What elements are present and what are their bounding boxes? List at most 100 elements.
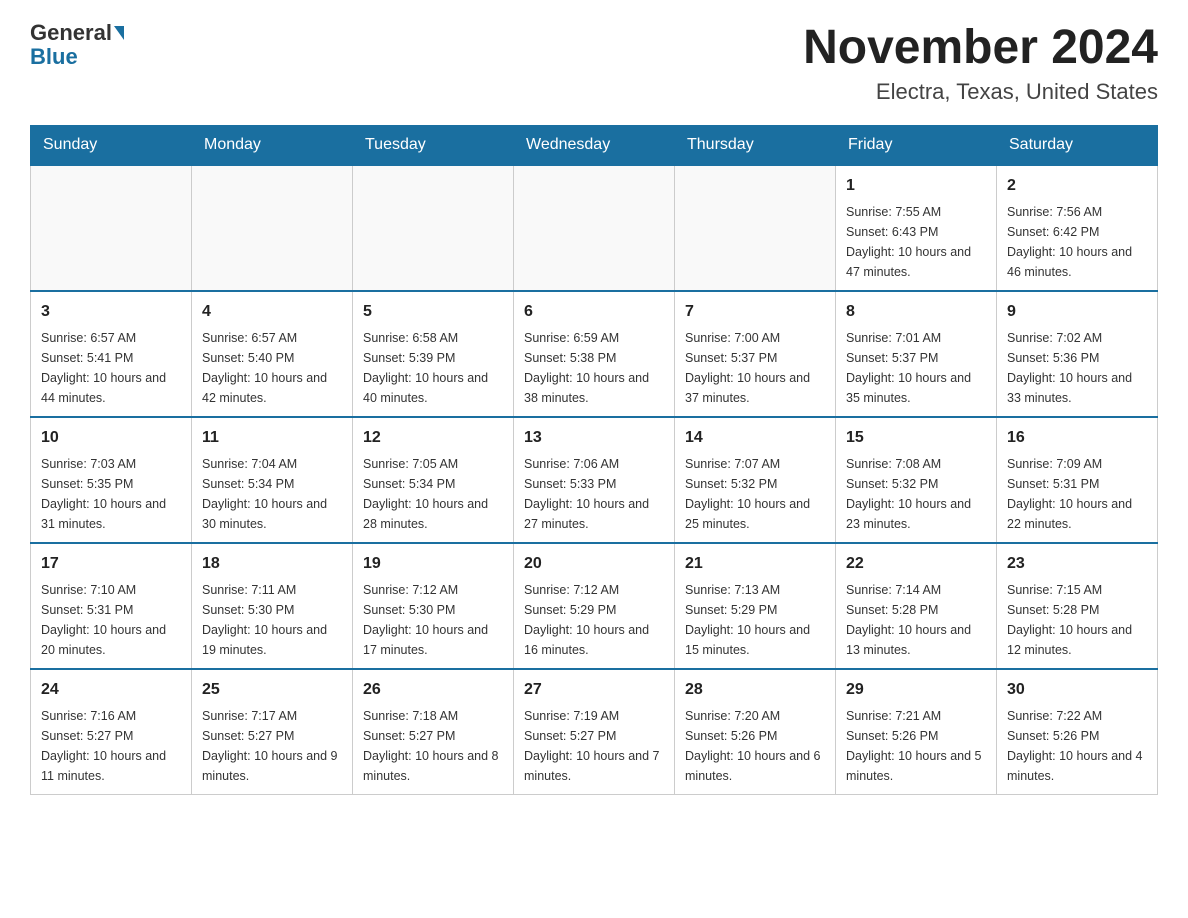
day-info: Sunrise: 6:57 AM Sunset: 5:40 PM Dayligh… <box>202 328 342 408</box>
day-number: 3 <box>41 300 181 324</box>
day-info: Sunrise: 7:21 AM Sunset: 5:26 PM Dayligh… <box>846 706 986 786</box>
calendar-cell-18: 18 Sunrise: 7:11 AM Sunset: 5:30 PM Dayli… <box>192 543 353 669</box>
calendar-cell-1: 1 Sunrise: 7:55 AM Sunset: 6:43 PM Daylig… <box>836 165 997 291</box>
day-number: 10 <box>41 426 181 450</box>
page-header: General Blue November 2024 Electra, Texa… <box>30 20 1158 105</box>
day-number: 24 <box>41 678 181 702</box>
calendar-cell-empty-0-0 <box>31 165 192 291</box>
day-info: Sunrise: 7:07 AM Sunset: 5:32 PM Dayligh… <box>685 454 825 534</box>
calendar-header-sunday: Sunday <box>31 126 192 166</box>
day-number: 11 <box>202 426 342 450</box>
calendar-cell-20: 20 Sunrise: 7:12 AM Sunset: 5:29 PM Dayli… <box>514 543 675 669</box>
day-info: Sunrise: 7:16 AM Sunset: 5:27 PM Dayligh… <box>41 706 181 786</box>
day-info: Sunrise: 7:15 AM Sunset: 5:28 PM Dayligh… <box>1007 580 1147 660</box>
calendar-cell-empty-0-1 <box>192 165 353 291</box>
calendar-cell-empty-0-2 <box>353 165 514 291</box>
calendar-week-2: 3 Sunrise: 6:57 AM Sunset: 5:41 PM Daylig… <box>31 291 1158 417</box>
calendar-cell-28: 28 Sunrise: 7:20 AM Sunset: 5:26 PM Dayli… <box>675 669 836 795</box>
calendar-cell-12: 12 Sunrise: 7:05 AM Sunset: 5:34 PM Dayli… <box>353 417 514 543</box>
location-title: Electra, Texas, United States <box>803 79 1158 105</box>
calendar-cell-empty-0-3 <box>514 165 675 291</box>
day-number: 14 <box>685 426 825 450</box>
calendar-header-wednesday: Wednesday <box>514 126 675 166</box>
day-number: 21 <box>685 552 825 576</box>
day-info: Sunrise: 7:08 AM Sunset: 5:32 PM Dayligh… <box>846 454 986 534</box>
day-number: 27 <box>524 678 664 702</box>
day-info: Sunrise: 7:13 AM Sunset: 5:29 PM Dayligh… <box>685 580 825 660</box>
calendar-header-row: SundayMondayTuesdayWednesdayThursdayFrid… <box>31 126 1158 166</box>
calendar-cell-11: 11 Sunrise: 7:04 AM Sunset: 5:34 PM Dayli… <box>192 417 353 543</box>
calendar-cell-3: 3 Sunrise: 6:57 AM Sunset: 5:41 PM Daylig… <box>31 291 192 417</box>
logo-area: General Blue <box>30 20 126 70</box>
calendar-cell-2: 2 Sunrise: 7:56 AM Sunset: 6:42 PM Daylig… <box>997 165 1158 291</box>
calendar-cell-4: 4Sunrise: 6:57 AM Sunset: 5:40 PM Daylig… <box>192 291 353 417</box>
calendar-header-friday: Friday <box>836 126 997 166</box>
day-number: 20 <box>524 552 664 576</box>
calendar-week-5: 24 Sunrise: 7:16 AM Sunset: 5:27 PM Dayli… <box>31 669 1158 795</box>
day-number: 28 <box>685 678 825 702</box>
title-area: November 2024 Electra, Texas, United Sta… <box>803 20 1158 105</box>
calendar-cell-14: 14 Sunrise: 7:07 AM Sunset: 5:32 PM Dayli… <box>675 417 836 543</box>
calendar-header-saturday: Saturday <box>997 126 1158 166</box>
calendar-cell-16: 16 Sunrise: 7:09 AM Sunset: 5:31 PM Dayli… <box>997 417 1158 543</box>
day-info: Sunrise: 7:00 AM Sunset: 5:37 PM Dayligh… <box>685 328 825 408</box>
day-number: 17 <box>41 552 181 576</box>
day-number: 26 <box>363 678 503 702</box>
calendar-cell-21: 21 Sunrise: 7:13 AM Sunset: 5:29 PM Dayli… <box>675 543 836 669</box>
calendar-header-tuesday: Tuesday <box>353 126 514 166</box>
day-info: Sunrise: 7:06 AM Sunset: 5:33 PM Dayligh… <box>524 454 664 534</box>
day-info: Sunrise: 7:09 AM Sunset: 5:31 PM Dayligh… <box>1007 454 1147 534</box>
calendar-cell-23: 23 Sunrise: 7:15 AM Sunset: 5:28 PM Dayli… <box>997 543 1158 669</box>
logo-general-text: General <box>30 20 112 46</box>
calendar-cell-13: 13 Sunrise: 7:06 AM Sunset: 5:33 PM Dayli… <box>514 417 675 543</box>
day-number: 29 <box>846 678 986 702</box>
day-number: 18 <box>202 552 342 576</box>
day-number: 12 <box>363 426 503 450</box>
calendar-cell-29: 29 Sunrise: 7:21 AM Sunset: 5:26 PM Dayli… <box>836 669 997 795</box>
month-title: November 2024 <box>803 20 1158 75</box>
day-number: 25 <box>202 678 342 702</box>
day-info: Sunrise: 7:20 AM Sunset: 5:26 PM Dayligh… <box>685 706 825 786</box>
day-info: Sunrise: 7:02 AM Sunset: 5:36 PM Dayligh… <box>1007 328 1147 408</box>
day-info: Sunrise: 7:05 AM Sunset: 5:34 PM Dayligh… <box>363 454 503 534</box>
calendar-header-thursday: Thursday <box>675 126 836 166</box>
calendar-cell-30: 30Sunrise: 7:22 AM Sunset: 5:26 PM Dayli… <box>997 669 1158 795</box>
day-info: Sunrise: 6:59 AM Sunset: 5:38 PM Dayligh… <box>524 328 664 408</box>
calendar-cell-15: 15 Sunrise: 7:08 AM Sunset: 5:32 PM Dayli… <box>836 417 997 543</box>
calendar-cell-25: 25Sunrise: 7:17 AM Sunset: 5:27 PM Dayli… <box>192 669 353 795</box>
day-number: 6 <box>524 300 664 324</box>
day-number: 2 <box>1007 174 1147 198</box>
logo-arrow-icon <box>114 26 124 40</box>
day-info: Sunrise: 7:11 AM Sunset: 5:30 PM Dayligh… <box>202 580 342 660</box>
day-number: 16 <box>1007 426 1147 450</box>
calendar-cell-empty-0-4 <box>675 165 836 291</box>
day-number: 8 <box>846 300 986 324</box>
calendar-cell-22: 22Sunrise: 7:14 AM Sunset: 5:28 PM Dayli… <box>836 543 997 669</box>
day-info: Sunrise: 7:12 AM Sunset: 5:30 PM Dayligh… <box>363 580 503 660</box>
day-number: 22 <box>846 552 986 576</box>
day-number: 9 <box>1007 300 1147 324</box>
day-info: Sunrise: 7:56 AM Sunset: 6:42 PM Dayligh… <box>1007 202 1147 282</box>
logo: General <box>30 20 126 46</box>
calendar-cell-19: 19 Sunrise: 7:12 AM Sunset: 5:30 PM Dayli… <box>353 543 514 669</box>
day-number: 15 <box>846 426 986 450</box>
day-info: Sunrise: 7:12 AM Sunset: 5:29 PM Dayligh… <box>524 580 664 660</box>
calendar-cell-6: 6 Sunrise: 6:59 AM Sunset: 5:38 PM Daylig… <box>514 291 675 417</box>
day-info: Sunrise: 7:55 AM Sunset: 6:43 PM Dayligh… <box>846 202 986 282</box>
calendar-cell-24: 24 Sunrise: 7:16 AM Sunset: 5:27 PM Dayli… <box>31 669 192 795</box>
calendar-cell-9: 9 Sunrise: 7:02 AM Sunset: 5:36 PM Daylig… <box>997 291 1158 417</box>
day-number: 23 <box>1007 552 1147 576</box>
day-info: Sunrise: 7:19 AM Sunset: 5:27 PM Dayligh… <box>524 706 664 786</box>
day-info: Sunrise: 6:58 AM Sunset: 5:39 PM Dayligh… <box>363 328 503 408</box>
logo-blue-text: Blue <box>30 44 78 70</box>
day-info: Sunrise: 6:57 AM Sunset: 5:41 PM Dayligh… <box>41 328 181 408</box>
day-number: 19 <box>363 552 503 576</box>
day-number: 30 <box>1007 678 1147 702</box>
calendar-week-3: 10 Sunrise: 7:03 AM Sunset: 5:35 PM Dayli… <box>31 417 1158 543</box>
calendar-cell-26: 26Sunrise: 7:18 AM Sunset: 5:27 PM Dayli… <box>353 669 514 795</box>
day-info: Sunrise: 7:04 AM Sunset: 5:34 PM Dayligh… <box>202 454 342 534</box>
day-number: 5 <box>363 300 503 324</box>
day-number: 1 <box>846 174 986 198</box>
day-info: Sunrise: 7:03 AM Sunset: 5:35 PM Dayligh… <box>41 454 181 534</box>
day-number: 13 <box>524 426 664 450</box>
